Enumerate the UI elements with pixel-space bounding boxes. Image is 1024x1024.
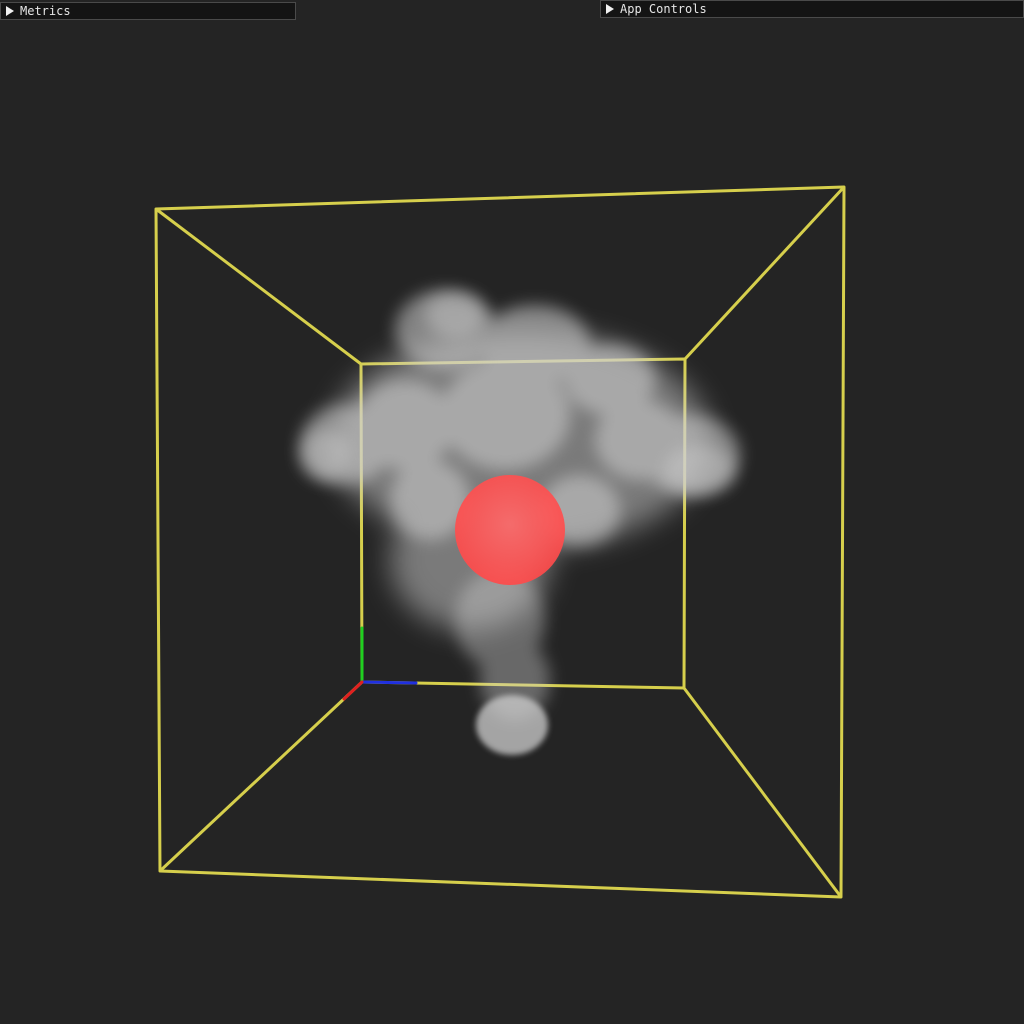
app-controls-panel-title: App Controls bbox=[620, 2, 707, 16]
metrics-panel-title: Metrics bbox=[20, 4, 71, 18]
metrics-panel-header[interactable]: Metrics bbox=[0, 2, 296, 20]
axis-x-line bbox=[342, 680, 364, 701]
3d-viewport[interactable]: Metrics App Controls bbox=[0, 0, 1024, 1024]
triangle-right-icon bbox=[6, 6, 14, 16]
emitter-sphere bbox=[455, 475, 565, 585]
bounding-box-edge-bottom-left bbox=[158, 680, 364, 873]
bounding-box-edge-top-right bbox=[683, 185, 846, 361]
axis-gizmo bbox=[342, 626, 418, 701]
app-controls-panel-header[interactable]: App Controls bbox=[600, 0, 1024, 18]
bounding-box-edge-top-left bbox=[155, 207, 362, 366]
smoke-simulation-scene[interactable] bbox=[0, 0, 1024, 1024]
axis-z-line bbox=[360, 680, 418, 685]
triangle-right-icon bbox=[606, 4, 614, 14]
bounding-box-edge-bottom-right bbox=[682, 687, 843, 898]
